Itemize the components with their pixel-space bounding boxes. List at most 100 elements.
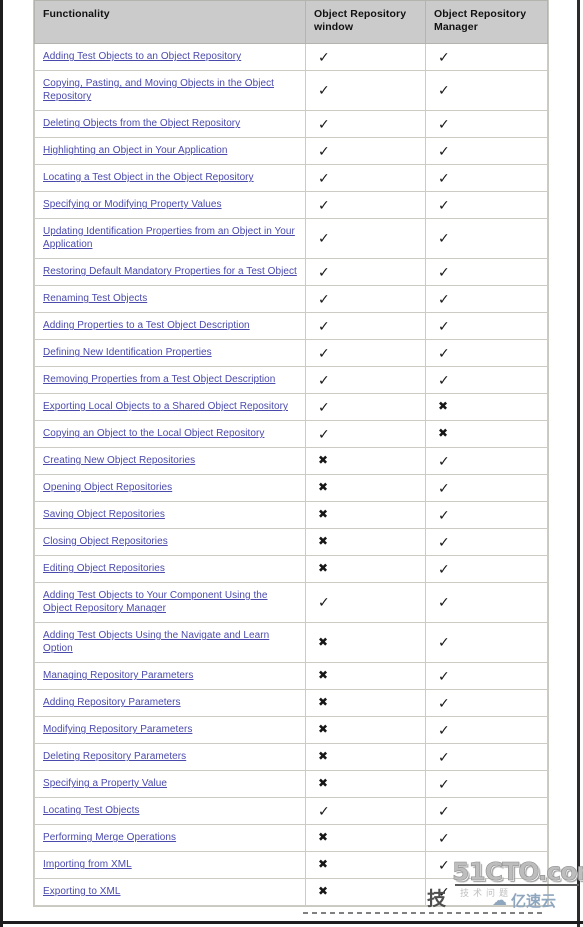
functionality-link[interactable]: Copying an Object to the Local Object Re… <box>43 428 264 439</box>
object-repository-manager-cell: ✓ <box>425 284 548 313</box>
functionality-cell: Exporting Local Objects to a Shared Obje… <box>34 392 306 421</box>
functionality-link[interactable]: Adding Test Objects to an Object Reposit… <box>43 51 241 62</box>
object-repository-manager-cell: ✓ <box>425 742 548 771</box>
table-row: Exporting Local Objects to a Shared Obje… <box>34 392 548 421</box>
object-repository-manager-cell: ✓ <box>425 796 548 825</box>
check-icon: ✓ <box>318 291 330 308</box>
functionality-link[interactable]: Exporting to XML <box>43 886 121 897</box>
object-repository-manager-cell: ✓ <box>425 446 548 475</box>
functionality-link[interactable]: Copying, Pasting, and Moving Objects in … <box>43 78 274 103</box>
check-icon: ✓ <box>438 231 450 248</box>
functionality-link[interactable]: Renaming Test Objects <box>43 293 147 304</box>
functionality-link[interactable]: Restoring Default Mandatory Properties f… <box>43 266 297 277</box>
cross-icon: ✖ <box>318 480 329 495</box>
page-edge-bottom <box>0 921 583 924</box>
functionality-cell: Specifying a Property Value <box>34 769 306 798</box>
check-icon: ✓ <box>318 116 330 133</box>
functionality-cell: Saving Object Repositories <box>34 500 306 529</box>
table-row: Deleting Repository Parameters ✖ ✓ <box>34 742 548 771</box>
functionality-link[interactable]: Saving Object Repositories <box>43 509 165 520</box>
object-repository-manager-cell: ✓ <box>425 554 548 583</box>
object-repository-window-cell: ✖ <box>305 715 426 744</box>
page-edge-right <box>577 0 580 927</box>
functionality-cell: Adding Test Objects to Your Component Us… <box>34 581 306 623</box>
functionality-link[interactable]: Closing Object Repositories <box>43 536 168 547</box>
object-repository-window-cell: ✖ <box>305 527 426 556</box>
functionality-link[interactable]: Updating Identification Properties from … <box>43 226 295 251</box>
functionality-link[interactable]: Deleting Repository Parameters <box>43 751 186 762</box>
table-row: Modifying Repository Parameters ✖ ✓ <box>34 715 548 744</box>
object-repository-window-cell: ✓ <box>305 338 426 367</box>
object-repository-manager-cell: ✓ <box>425 136 548 165</box>
functionality-link[interactable]: Specifying a Property Value <box>43 778 167 789</box>
object-repository-manager-cell: ✓ <box>425 621 548 663</box>
check-icon: ✓ <box>438 668 450 685</box>
functionality-cell: Adding Properties to a Test Object Descr… <box>34 311 306 340</box>
functionality-link[interactable]: Locating Test Objects <box>43 805 139 816</box>
check-icon: ✓ <box>438 534 450 551</box>
check-icon: ✓ <box>438 49 450 66</box>
table-row: Creating New Object Repositories ✖ ✓ <box>34 446 548 475</box>
functionality-cell: Locating Test Objects <box>34 796 306 825</box>
cross-icon: ✖ <box>438 426 449 441</box>
check-icon: ✓ <box>438 318 450 335</box>
table-row: Closing Object Repositories ✖ ✓ <box>34 527 548 556</box>
functionality-link[interactable]: Defining New Identification Properties <box>43 347 212 358</box>
cross-icon: ✖ <box>318 561 329 576</box>
table-row: Importing from XML ✖ ✓ <box>34 850 548 879</box>
object-repository-window-cell: ✓ <box>305 109 426 138</box>
functionality-cell: Editing Object Repositories <box>34 554 306 583</box>
table-header-row: Functionality Object Repository window O… <box>34 0 548 44</box>
functionality-link[interactable]: Adding Properties to a Test Object Descr… <box>43 320 250 331</box>
object-repository-manager-cell: ✓ <box>425 473 548 502</box>
functionality-link[interactable]: Deleting Objects from the Object Reposit… <box>43 118 240 129</box>
check-icon: ✓ <box>438 830 450 847</box>
functionality-link[interactable]: Managing Repository Parameters <box>43 670 193 681</box>
object-repository-manager-cell: ✓ <box>425 769 548 798</box>
functionality-link[interactable]: Performing Merge Operations <box>43 832 176 843</box>
functionality-link[interactable]: Adding Test Objects to Your Component Us… <box>43 590 268 615</box>
table-row: Copying, Pasting, and Moving Objects in … <box>34 69 548 111</box>
cross-icon: ✖ <box>318 534 329 549</box>
functionality-link[interactable]: Editing Object Repositories <box>43 563 165 574</box>
functionality-link[interactable]: Adding Repository Parameters <box>43 697 181 708</box>
check-icon: ✓ <box>438 453 450 470</box>
functionality-link[interactable]: Specifying or Modifying Property Values <box>43 199 222 210</box>
cross-icon: ✖ <box>318 830 329 845</box>
table-row: Deleting Objects from the Object Reposit… <box>34 109 548 138</box>
functionality-cell: Creating New Object Repositories <box>34 446 306 475</box>
check-icon: ✓ <box>438 595 450 612</box>
object-repository-manager-cell: ✓ <box>425 257 548 286</box>
functionality-link[interactable]: Adding Test Objects Using the Navigate a… <box>43 630 269 655</box>
functionality-link[interactable]: Highlighting an Object in Your Applicati… <box>43 145 227 156</box>
check-icon: ✓ <box>318 143 330 160</box>
column-header-object-repository-manager: Object Repository Manager <box>425 0 548 44</box>
check-icon: ✓ <box>318 49 330 66</box>
object-repository-window-cell: ✖ <box>305 554 426 583</box>
object-repository-window-cell: ✖ <box>305 769 426 798</box>
object-repository-manager-cell: ✓ <box>425 109 548 138</box>
object-repository-window-cell: ✖ <box>305 473 426 502</box>
object-repository-window-cell: ✖ <box>305 742 426 771</box>
object-repository-manager-cell: ✓ <box>425 365 548 394</box>
functionality-link[interactable]: Creating New Object Repositories <box>43 455 195 466</box>
table-row: Specifying a Property Value ✖ ✓ <box>34 769 548 798</box>
functionality-link[interactable]: Exporting Local Objects to a Shared Obje… <box>43 401 288 412</box>
functionality-cell: Deleting Repository Parameters <box>34 742 306 771</box>
check-icon: ✓ <box>438 480 450 497</box>
functionality-link[interactable]: Locating a Test Object in the Object Rep… <box>43 172 254 183</box>
object-repository-window-cell: ✓ <box>305 365 426 394</box>
object-repository-window-cell: ✓ <box>305 217 426 259</box>
functionality-link[interactable]: Opening Object Repositories <box>43 482 172 493</box>
functionality-link[interactable]: Removing Properties from a Test Object D… <box>43 374 275 385</box>
functionality-link[interactable]: Modifying Repository Parameters <box>43 724 192 735</box>
table-row: Copying an Object to the Local Object Re… <box>34 419 548 448</box>
document-page: Functionality Object Repository window O… <box>3 0 577 921</box>
cross-icon: ✖ <box>318 634 329 649</box>
table-row: Opening Object Repositories ✖ ✓ <box>34 473 548 502</box>
cross-icon: ✖ <box>318 668 329 683</box>
object-repository-manager-cell: ✓ <box>425 581 548 623</box>
functionality-cell: Managing Repository Parameters <box>34 661 306 690</box>
functionality-link[interactable]: Importing from XML <box>43 859 132 870</box>
check-icon: ✓ <box>438 507 450 524</box>
